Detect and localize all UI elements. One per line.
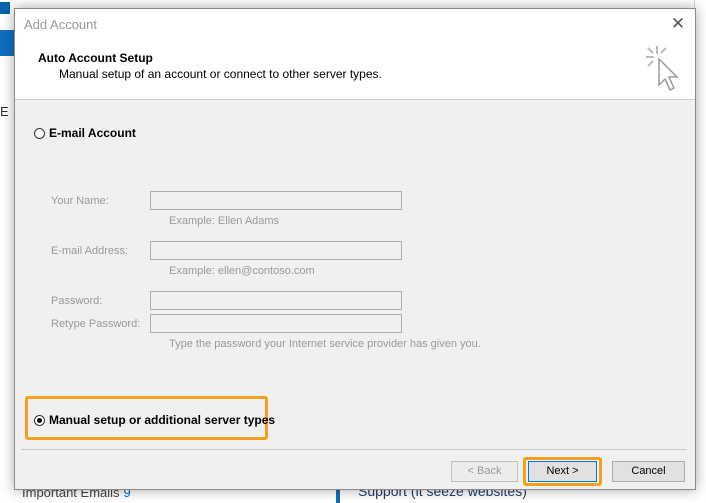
manual-setup-radio[interactable] <box>34 414 45 426</box>
close-icon: ✕ <box>670 14 686 33</box>
your-name-hint: Example: Ellen Adams <box>169 215 280 227</box>
dialog-titlebar: Add Account ✕ <box>15 9 695 39</box>
header-title: Auto Account Setup <box>38 51 153 65</box>
dialog-title: Add Account <box>24 17 97 32</box>
manual-setup-option[interactable]: Manual setup or additional server types <box>34 413 275 427</box>
close-button[interactable]: ✕ <box>665 13 691 35</box>
email-account-option[interactable]: E-mail Account <box>34 126 136 140</box>
your-name-label: Your Name: <box>51 195 109 207</box>
header-subtitle: Manual setup of an account or connect to… <box>59 67 382 81</box>
next-button[interactable]: Next > <box>528 461 597 482</box>
email-address-hint: Example: ellen@contoso.com <box>169 265 315 277</box>
email-account-radio[interactable] <box>34 127 45 139</box>
cancel-button[interactable]: Cancel <box>612 461 685 482</box>
wizard-cursor-icon <box>646 46 679 92</box>
app-ribbon-tab <box>0 30 14 56</box>
back-button[interactable]: < Back <box>451 461 518 482</box>
manual-setup-label: Manual setup or additional server types <box>49 413 276 427</box>
folder-pane-text: E <box>0 104 9 119</box>
password-label: Password: <box>51 295 103 307</box>
add-account-dialog: Add Account ✕ Auto Account Setup Manual … <box>14 8 696 490</box>
email-account-label: E-mail Account <box>49 126 136 140</box>
email-address-label: E-mail Address: <box>51 245 129 257</box>
outlook-app-icon <box>0 2 10 14</box>
retype-password-input[interactable] <box>150 314 402 333</box>
password-hint: Type the password your Internet service … <box>169 338 481 350</box>
retype-password-label: Retype Password: <box>51 318 141 330</box>
email-address-input[interactable] <box>150 241 402 260</box>
footer-separator <box>21 449 687 450</box>
password-input[interactable] <box>150 291 402 310</box>
app-folder-pane <box>0 56 14 503</box>
your-name-input[interactable] <box>150 191 402 210</box>
dialog-header: Auto Account Setup Manual setup of an ac… <box>15 39 695 100</box>
